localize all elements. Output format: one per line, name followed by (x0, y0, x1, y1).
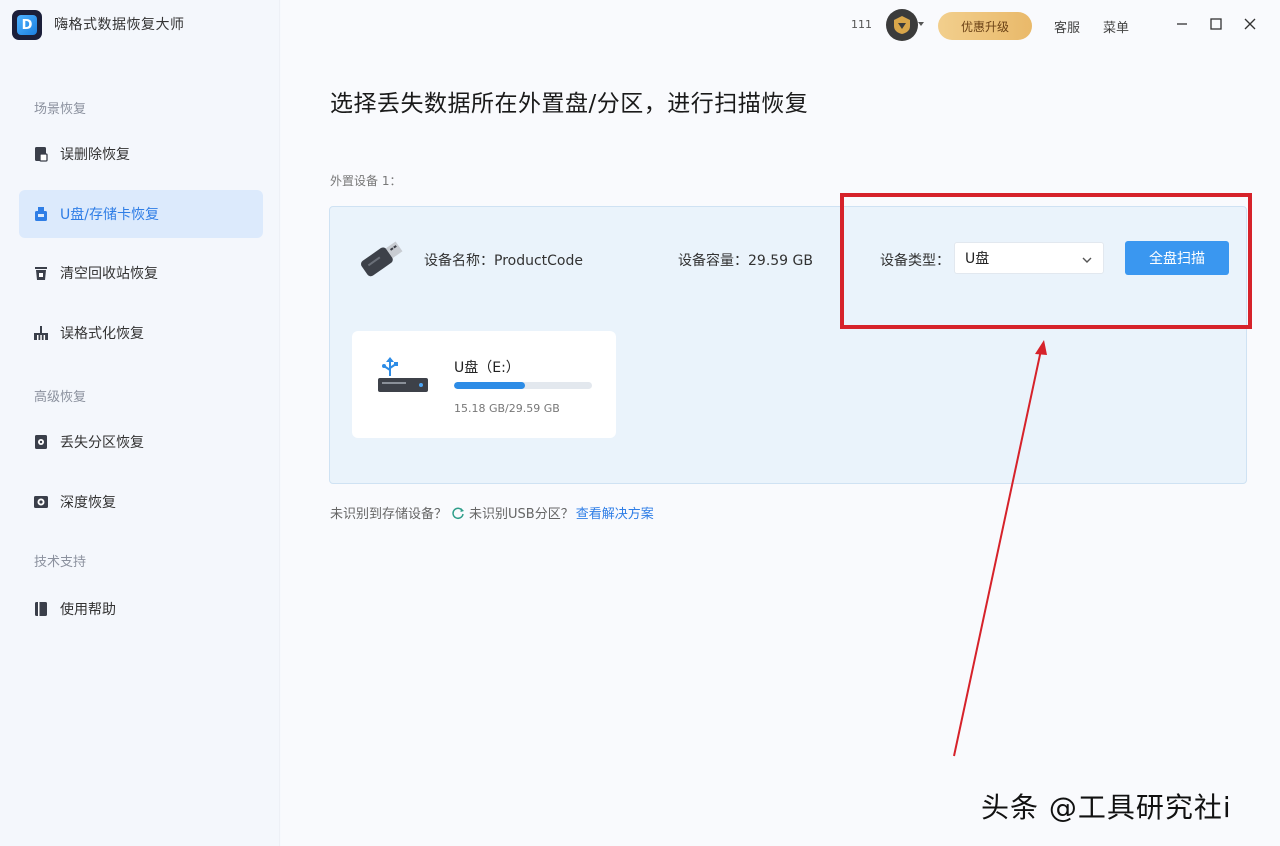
solution-link[interactable]: 查看解决方案 (576, 503, 654, 522)
hint-text-storage: 未识别到存储设备？ (330, 507, 448, 522)
hint-row: 未识别到存储设备？ 未识别USB分区？ 查看解决方案 (330, 503, 654, 522)
minimize-icon[interactable] (1172, 14, 1192, 34)
sidebar-item-label: U盘/存储卡恢复 (60, 207, 159, 223)
vip-avatar[interactable] (886, 9, 918, 41)
broom-icon (33, 325, 49, 341)
app-logo: D (12, 10, 42, 40)
sidebar-item-label: 丢失分区恢复 (60, 435, 144, 451)
app-title: 嗨格式数据恢复大师 (54, 17, 185, 33)
device-name-value: ProductCode (494, 253, 583, 269)
usb-drive-icon (33, 206, 49, 222)
sidebar-item-label: 使用帮助 (60, 602, 116, 618)
section-label-advanced: 高级恢复 (34, 390, 87, 405)
usb-stick-icon (355, 236, 407, 282)
trash-icon (33, 265, 49, 281)
partition-usage-bar (454, 382, 592, 389)
partition-name: U盘（E:） (454, 360, 520, 376)
partition-icon (33, 434, 49, 450)
partition-size: 15.18 GB/29.59 GB (454, 402, 560, 415)
sidebar-item-deep-recovery[interactable]: 深度恢复 (19, 478, 263, 526)
page-title: 选择丢失数据所在外置盘/分区，进行扫描恢复 (330, 91, 809, 117)
sidebar-item-label: 清空回收站恢复 (60, 266, 158, 282)
sidebar-item-format-recovery[interactable]: 误格式化恢复 (19, 309, 263, 357)
upgrade-button[interactable]: 优惠升级 (938, 12, 1032, 40)
sidebar-item-label: 深度恢复 (60, 495, 116, 511)
deep-scan-icon (33, 494, 49, 510)
external-device-label: 外置设备 1： (330, 174, 402, 188)
sidebar-item-delete-recovery[interactable]: 误删除恢复 (19, 130, 263, 178)
close-icon[interactable] (1240, 14, 1260, 34)
menu-link[interactable]: 菜单 (1103, 17, 1129, 36)
logo-letter: D (17, 15, 37, 35)
device-name: 设备名称：ProductCode (424, 253, 583, 269)
help-book-icon (33, 601, 49, 617)
maximize-icon[interactable] (1206, 14, 1226, 34)
device-capacity-value: 29.59 GB (748, 253, 813, 269)
sidebar-item-label: 误删除恢复 (60, 147, 130, 163)
refresh-icon[interactable] (451, 506, 465, 520)
highlight-box (840, 193, 1252, 329)
usb-drive-icon (376, 356, 430, 398)
section-label-support: 技术支持 (34, 555, 87, 570)
sidebar-item-recycle-recovery[interactable]: 清空回收站恢复 (19, 249, 263, 297)
partition-usage-fill (454, 382, 525, 389)
chevron-down-icon[interactable] (918, 22, 924, 26)
sidebar-item-label: 误格式化恢复 (60, 326, 144, 342)
device-capacity: 设备容量：29.59 GB (678, 253, 813, 269)
document-icon (33, 146, 49, 162)
user-count: 111 (851, 18, 872, 31)
vip-shield-icon (894, 16, 910, 34)
sidebar-item-help[interactable]: 使用帮助 (19, 585, 263, 633)
sidebar-item-partition-recovery[interactable]: 丢失分区恢复 (19, 418, 263, 466)
watermark: 头条 @工具研究社i (981, 791, 1232, 824)
sidebar-item-usb-recovery[interactable]: U盘/存储卡恢复 (19, 190, 263, 238)
section-label-scene: 场景恢复 (34, 102, 87, 117)
service-link[interactable]: 客服 (1054, 17, 1080, 36)
hint-text-usb: 未识别USB分区？ (469, 507, 574, 522)
